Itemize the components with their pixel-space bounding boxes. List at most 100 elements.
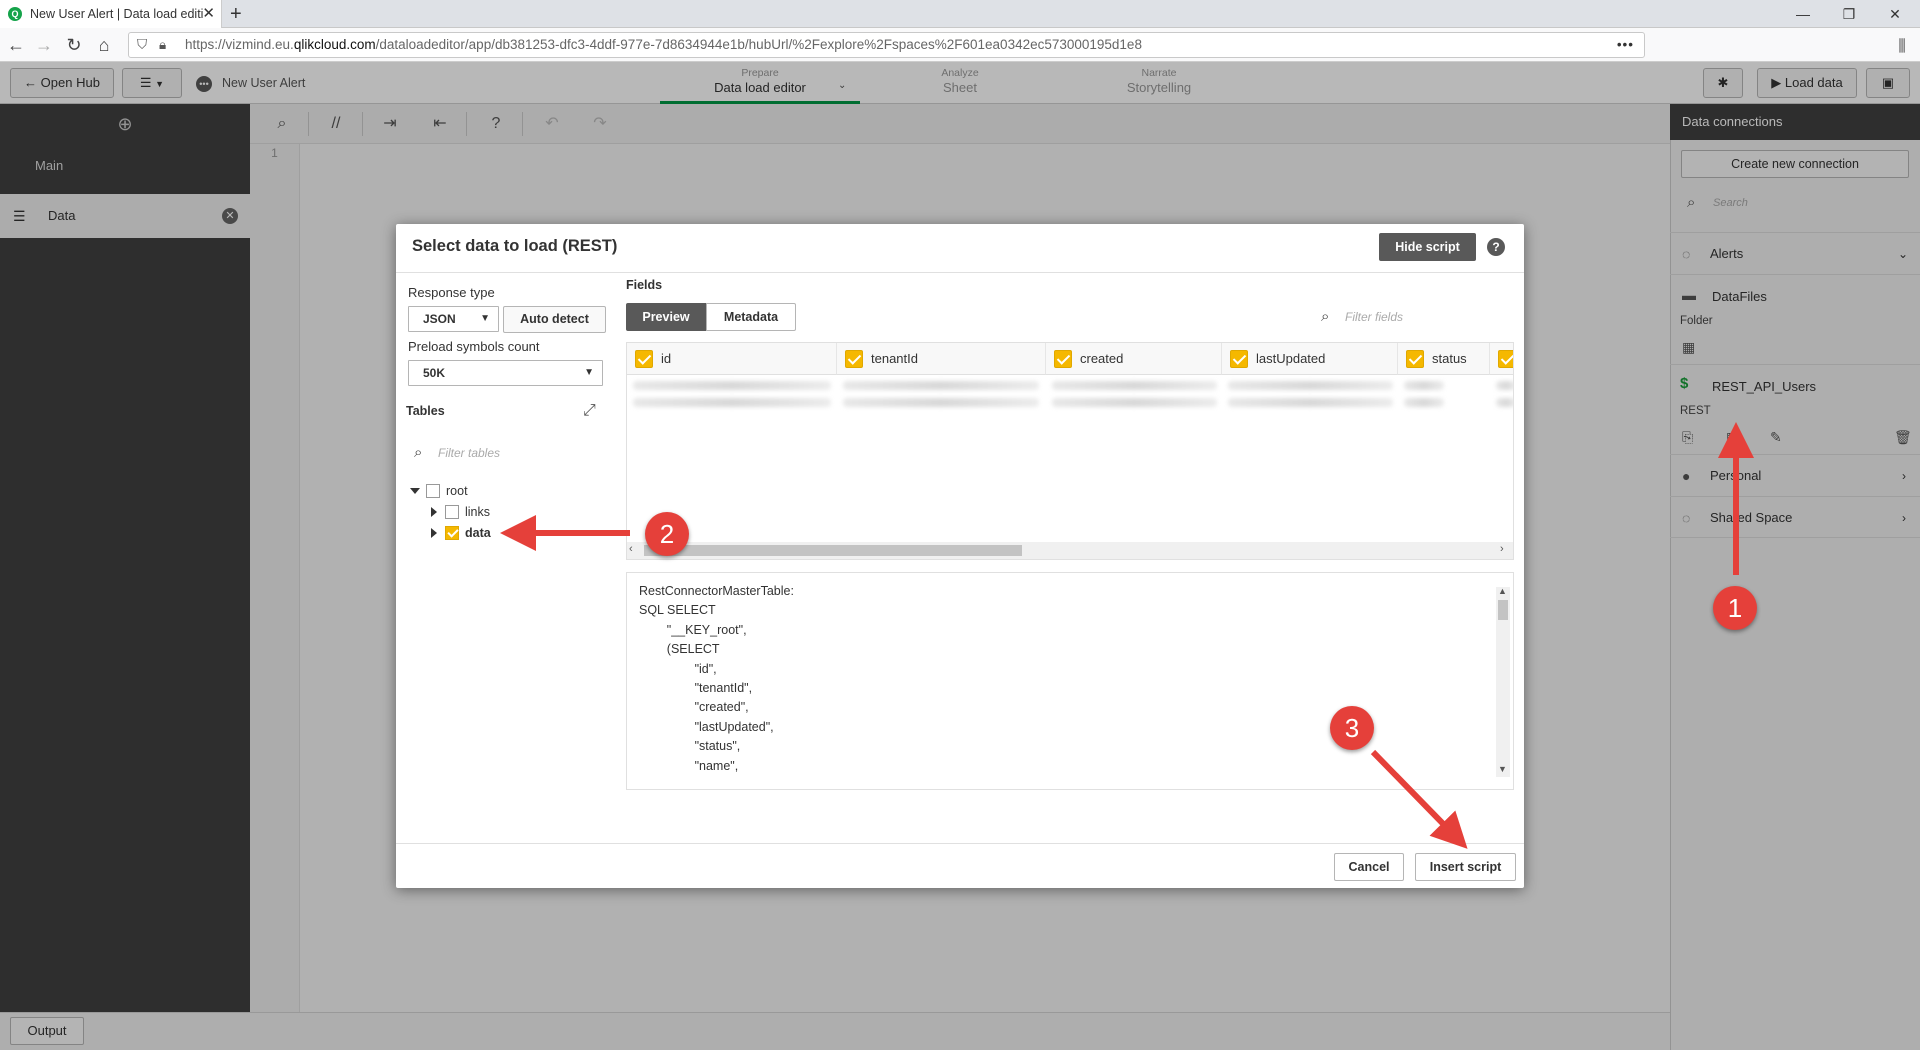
blurred-cell — [1228, 398, 1393, 407]
script-line: "lastUpdated", — [639, 719, 774, 734]
preload-label: Preload symbols count — [408, 339, 540, 354]
tab-preview[interactable]: Preview — [626, 303, 706, 331]
preload-value: 50K — [423, 366, 446, 380]
checkbox[interactable] — [445, 505, 459, 519]
checkbox-checked[interactable] — [445, 526, 459, 540]
scrollbar-thumb[interactable] — [1498, 600, 1508, 620]
collapse-icon[interactable] — [410, 488, 420, 494]
filter-tables-input[interactable]: ⌕ Filter tables — [414, 444, 500, 462]
scroll-up-icon[interactable]: ▲ — [1498, 586, 1507, 596]
blurred-cell — [1404, 381, 1444, 390]
blurred-cell — [1496, 398, 1513, 407]
response-type-select[interactable]: JSON ▼ — [408, 306, 499, 332]
column-label: lastUpdated — [1256, 351, 1326, 366]
step-badge-1: 1 — [1713, 586, 1757, 630]
library-icon[interactable]: ⫼ — [1890, 36, 1914, 58]
minimize-icon[interactable]: — — [1780, 0, 1826, 28]
filter-fields-placeholder: Filter fields — [1345, 310, 1404, 324]
qlik-favicon-icon: Q — [8, 7, 22, 21]
script-line: RestConnectorMasterTable: — [639, 584, 794, 598]
page-actions-icon[interactable]: ••• — [1617, 33, 1634, 57]
column-header[interactable]: status — [1398, 343, 1490, 375]
step-badge-2: 2 — [645, 512, 689, 556]
step-badge-3: 3 — [1330, 706, 1374, 750]
new-tab-button[interactable]: + — [230, 0, 242, 28]
blurred-cell — [843, 398, 1039, 407]
tree-label: links — [465, 505, 491, 519]
checkbox-checked[interactable] — [845, 350, 863, 368]
blurred-cell — [633, 398, 831, 407]
fields-label: Fields — [626, 278, 663, 292]
response-type-label: Response type — [408, 285, 495, 300]
column-label: tenantId — [871, 351, 918, 366]
divider — [396, 272, 1524, 273]
restore-icon[interactable]: ❐ — [1826, 0, 1872, 28]
scrollbar-thumb[interactable] — [644, 545, 1022, 556]
blurred-cell — [1404, 398, 1444, 407]
forward-icon[interactable]: → — [32, 34, 56, 56]
script-preview[interactable]: RestConnectorMasterTable: SQL SELECT "__K… — [626, 572, 1514, 790]
tree-label: root — [446, 484, 468, 498]
column-header[interactable] — [1490, 343, 1513, 375]
tab-metadata[interactable]: Metadata — [706, 303, 796, 331]
close-window-icon[interactable]: ✕ — [1872, 0, 1918, 28]
lock-icon: 🔒︎ — [159, 37, 167, 52]
home-icon[interactable]: ⌂ — [92, 34, 116, 56]
cancel-button[interactable]: Cancel — [1334, 853, 1404, 881]
scroll-left-icon[interactable]: ‹ — [629, 543, 633, 555]
preload-select[interactable]: 50K ▼ — [408, 360, 603, 386]
blurred-cell — [1052, 398, 1217, 407]
response-type-value: JSON — [423, 312, 456, 326]
checkbox-checked[interactable] — [1054, 350, 1072, 368]
filter-tables-placeholder: Filter tables — [438, 446, 501, 460]
reload-icon[interactable]: ↻ — [62, 34, 86, 56]
checkbox-checked[interactable] — [1230, 350, 1248, 368]
url-prefix: https://vizmind.eu. — [185, 37, 294, 52]
column-label: created — [1080, 351, 1124, 366]
close-tab-icon[interactable]: ✕ — [202, 0, 215, 28]
hide-script-button[interactable]: Hide script — [1379, 233, 1476, 261]
script-line: "tenantId", — [639, 681, 753, 696]
expand-icon[interactable] — [431, 507, 437, 517]
search-icon: ⌕ — [1321, 308, 1330, 325]
expand-icon[interactable] — [431, 528, 437, 538]
insert-script-button[interactable]: Insert script — [1415, 853, 1516, 881]
tree-item-data[interactable]: data — [431, 523, 571, 543]
back-icon[interactable]: ← — [4, 34, 28, 56]
browser-tab[interactable]: Q New User Alert | Data load editi ✕ — [0, 0, 222, 28]
blurred-cell — [1052, 381, 1217, 390]
scroll-right-icon[interactable]: › — [1500, 543, 1504, 555]
column-header[interactable]: lastUpdated — [1222, 343, 1398, 375]
url-domain: qlikcloud.com — [293, 37, 376, 52]
script-line: "created", — [639, 700, 749, 715]
blurred-cell — [1496, 381, 1513, 390]
column-header[interactable]: created — [1046, 343, 1222, 375]
checkbox-checked[interactable] — [1498, 350, 1513, 368]
tree-item-root[interactable]: root — [410, 481, 570, 501]
help-icon[interactable]: ? — [1487, 238, 1505, 256]
filter-fields-input[interactable]: ⌕ Filter fields — [1321, 308, 1403, 326]
tree-item-links[interactable]: links — [431, 502, 571, 522]
checkbox[interactable] — [426, 484, 440, 498]
url-path: /dataloadeditor/app/db381253-dfc3-4ddf-9… — [375, 37, 1142, 52]
auto-detect-button[interactable]: Auto detect — [503, 306, 606, 333]
browser-tab-bar — [0, 0, 1920, 28]
column-label: id — [661, 351, 672, 366]
script-line: "name", — [639, 758, 739, 773]
url-field[interactable]: ⛉ 🔒︎ https://vizmind.eu.qlikcloud.com/da… — [128, 32, 1645, 58]
search-icon: ⌕ — [414, 444, 423, 461]
column-header[interactable]: tenantId — [837, 343, 1046, 375]
preview-grid: id tenantId created lastUpdated status — [626, 342, 1514, 560]
caret-down-icon: ▼ — [480, 313, 490, 324]
dialog-title: Select data to load (REST) — [412, 237, 618, 255]
shield-icon: ⛉ — [137, 37, 148, 52]
checkbox-checked[interactable] — [1406, 350, 1424, 368]
checkbox-checked[interactable] — [635, 350, 653, 368]
tables-label: Tables — [406, 404, 445, 418]
column-header[interactable]: id — [627, 343, 837, 375]
expand-icon[interactable]: ⤢ — [583, 402, 596, 420]
caret-down-icon: ▼ — [584, 367, 594, 378]
scroll-down-icon[interactable]: ▼ — [1498, 764, 1507, 774]
blurred-cell — [1228, 381, 1393, 390]
tree-label: data — [465, 526, 491, 540]
